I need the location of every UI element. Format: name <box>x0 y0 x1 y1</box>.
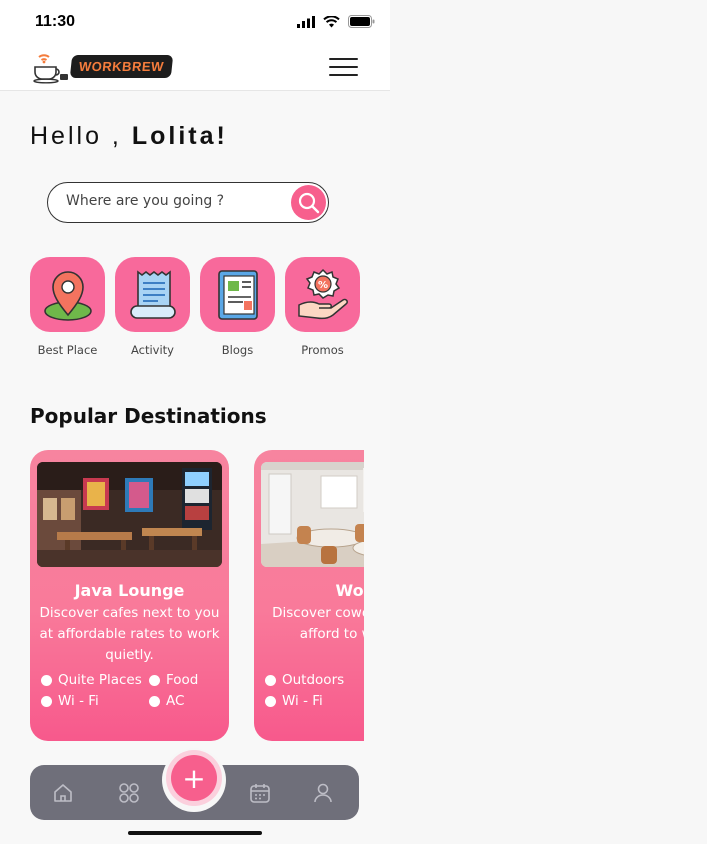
amenity-label: Wi - Fi <box>58 693 99 709</box>
section-title: Popular Destinations <box>30 404 267 428</box>
menu-line-icon <box>329 58 358 60</box>
amenity-label: AC <box>166 693 185 709</box>
amenity-item: Outdoors <box>265 672 344 688</box>
search-input[interactable] <box>66 193 286 209</box>
category-blogs[interactable]: Blogs <box>200 257 275 357</box>
category-row: Best Place Activity Blogs % Promos <box>30 257 360 357</box>
destination-card[interactable]: Java Lounge Discover cafes next to you a… <box>30 450 229 741</box>
cafe-photo <box>37 462 222 567</box>
app-header: WORKBREW <box>0 45 390 91</box>
signal-icon <box>297 15 315 28</box>
phone-screen: 11:30 WORKBREW Hello , Lolita! Where are… <box>0 0 390 844</box>
profile-icon <box>314 783 332 803</box>
receipt-icon <box>129 269 176 319</box>
grid-icon <box>119 783 139 803</box>
category-label: Activity <box>130 343 174 357</box>
amenity-item: Quite Places <box>41 672 142 688</box>
category-activity[interactable]: Activity <box>115 257 190 357</box>
amenity-item: Wi - Fi <box>41 693 99 709</box>
home-icon <box>54 784 72 802</box>
brand-logo[interactable]: WORKBREW <box>33 48 174 84</box>
search-icon <box>298 192 319 213</box>
card-description: Discover cowo to you at afford to work q <box>272 605 364 642</box>
status-bar: 11:30 <box>0 0 390 45</box>
nav-grid-button[interactable] <box>118 782 140 804</box>
coffee-cup-icon <box>33 54 68 84</box>
menu-line-icon <box>329 66 358 68</box>
amenity-label: Outdoors <box>282 672 345 688</box>
amenity-label: Food <box>166 672 199 688</box>
bullet-icon <box>265 695 276 707</box>
card-title: Wor <box>335 581 364 600</box>
category-promos[interactable]: % Promos <box>285 257 360 357</box>
category-tile <box>200 257 275 332</box>
status-icons <box>297 15 375 28</box>
greeting: Hello , Lolita! <box>30 122 228 151</box>
destination-carousel[interactable]: Java Lounge Discover cafes next to you a… <box>30 450 364 742</box>
menu-line-icon <box>329 74 358 76</box>
bullet-icon <box>265 674 276 686</box>
cafe-photo <box>261 462 364 567</box>
svg-text:%: % <box>317 280 327 291</box>
calendar-icon <box>250 784 270 803</box>
battery-icon <box>348 15 375 28</box>
card-title: Java Lounge <box>74 581 185 600</box>
wifi-icon <box>323 15 340 27</box>
amenity-item: Food <box>149 672 198 688</box>
home-indicator <box>128 831 262 835</box>
bullet-icon <box>41 695 52 707</box>
nav-calendar-button[interactable] <box>249 782 271 804</box>
bullet-icon <box>41 674 52 686</box>
map-pin-icon <box>43 270 92 321</box>
category-label: Best Place <box>37 343 98 357</box>
category-label: Promos <box>301 343 344 357</box>
destination-card[interactable]: Wor Discover cowo to you at afford to wo… <box>254 450 364 741</box>
bullet-icon <box>149 695 160 707</box>
add-button[interactable]: + <box>171 755 217 801</box>
category-tile <box>30 257 105 332</box>
brand-name: WORKBREW <box>69 54 174 78</box>
card-description: Discover cafes next to you at affordable… <box>39 605 220 663</box>
category-tile: % <box>285 257 360 332</box>
category-tile <box>115 257 190 332</box>
blog-book-icon <box>217 269 258 320</box>
status-time: 11:30 <box>35 13 76 30</box>
greeting-prefix: Hello , <box>30 122 122 150</box>
coworking-interior-image <box>261 462 364 567</box>
category-label: Blogs <box>221 343 254 357</box>
nav-profile-button[interactable] <box>312 782 334 804</box>
user-name: Lolita! <box>131 122 228 150</box>
add-icon: + <box>182 761 206 795</box>
category-best-place[interactable]: Best Place <box>30 257 105 357</box>
search-bar <box>47 182 329 223</box>
hamburger-menu-button[interactable] <box>329 58 358 76</box>
bullet-icon <box>149 674 160 686</box>
amenity-label: Quite Places <box>58 672 142 688</box>
nav-home-button[interactable] <box>52 782 74 804</box>
cafe-interior-image <box>37 462 222 567</box>
amenity-item: AC <box>149 693 184 709</box>
amenity-label: Wi - Fi <box>282 693 323 709</box>
discount-hand-icon: % <box>297 268 348 319</box>
search-button[interactable] <box>291 185 326 220</box>
amenity-item: Wi - Fi <box>265 693 323 709</box>
